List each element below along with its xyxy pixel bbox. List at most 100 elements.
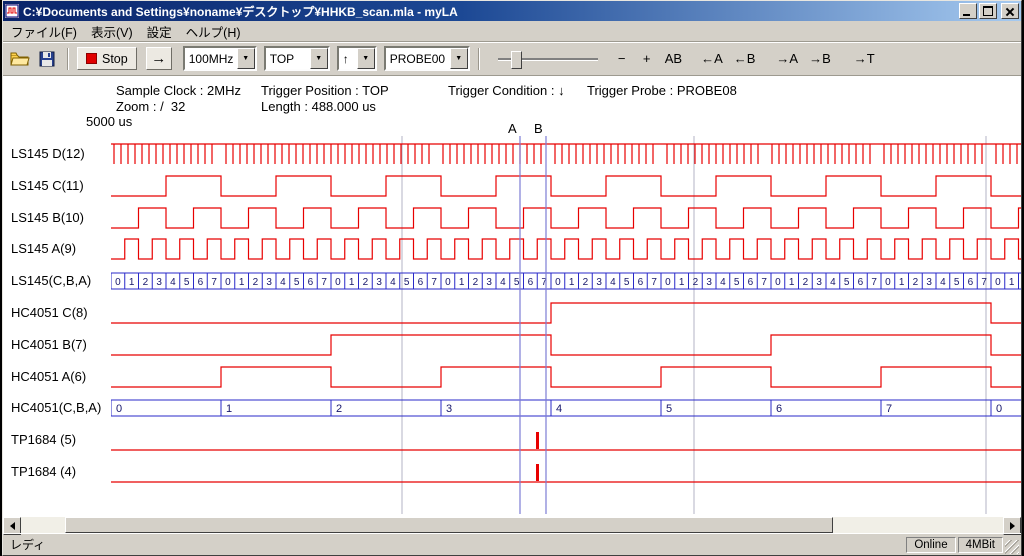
svg-text:2: 2 bbox=[143, 277, 149, 288]
svg-text:0: 0 bbox=[115, 277, 121, 288]
trigger-position-info: Trigger Position : TOP bbox=[261, 83, 389, 98]
open-file-button[interactable] bbox=[8, 47, 32, 71]
zoom-out-button[interactable]: − bbox=[611, 47, 633, 71]
trigger-position-select[interactable]: TOP ▼ bbox=[264, 46, 330, 71]
menu-view[interactable]: 表示(V) bbox=[84, 20, 140, 43]
open-folder-icon bbox=[10, 51, 30, 67]
scroll-thumb[interactable] bbox=[65, 517, 833, 533]
close-icon bbox=[1005, 7, 1015, 16]
trigger-position-select-value: TOP bbox=[266, 52, 310, 66]
sample-clock-info: Sample Clock : 2MHz bbox=[116, 83, 241, 98]
resize-grip[interactable] bbox=[1005, 540, 1019, 554]
scroll-track-right[interactable] bbox=[833, 517, 1003, 533]
svg-text:6: 6 bbox=[858, 277, 864, 288]
dropdown-arrow-glyph: ▼ bbox=[362, 55, 369, 62]
svg-text:4: 4 bbox=[500, 277, 506, 288]
svg-text:1: 1 bbox=[569, 277, 575, 288]
menu-settings[interactable]: 設定 bbox=[140, 20, 179, 43]
app-icon bbox=[5, 4, 19, 18]
svg-text:3: 3 bbox=[816, 277, 822, 288]
run-button[interactable]: → bbox=[146, 47, 172, 70]
slider-thumb[interactable] bbox=[511, 51, 522, 69]
svg-text:6: 6 bbox=[198, 277, 204, 288]
svg-text:2: 2 bbox=[693, 277, 699, 288]
svg-text:3: 3 bbox=[266, 277, 272, 288]
goto-cursor-b-left-button[interactable]: ←B bbox=[730, 47, 760, 71]
trigger-probe-select-value: PROBE00 bbox=[386, 52, 450, 66]
zoom-in-button[interactable]: + bbox=[636, 47, 658, 71]
save-button[interactable] bbox=[35, 47, 59, 71]
trigger-edge-select[interactable]: ↑ ▼ bbox=[337, 46, 377, 71]
scroll-left-icon bbox=[6, 522, 15, 530]
length-info: Length : 488.000 us bbox=[261, 99, 376, 114]
maximize-icon bbox=[983, 6, 993, 16]
svg-text:1: 1 bbox=[679, 277, 685, 288]
svg-text:4: 4 bbox=[610, 277, 616, 288]
dropdown-arrow-glyph: ▼ bbox=[315, 55, 322, 62]
dropdown-arrow-glyph: ▼ bbox=[455, 55, 462, 62]
zoom-slider[interactable] bbox=[496, 49, 600, 69]
svg-text:5: 5 bbox=[954, 277, 960, 288]
svg-text:6: 6 bbox=[638, 277, 644, 288]
goto-trigger-button[interactable]: →T bbox=[850, 47, 879, 71]
maximize-button[interactable] bbox=[979, 3, 997, 19]
dropdown-arrow-icon[interactable]: ▼ bbox=[357, 48, 375, 69]
svg-text:1: 1 bbox=[789, 277, 795, 288]
close-button[interactable] bbox=[1001, 3, 1019, 19]
menu-bar: ファイル(F) 表示(V) 設定 ヘルプ(H) bbox=[3, 21, 1021, 41]
goto-cursor-b-right-button[interactable]: →B bbox=[805, 47, 835, 71]
channel-label: LS145 A(9) bbox=[11, 241, 76, 257]
stop-button[interactable]: Stop bbox=[77, 47, 137, 70]
zoom-info: Zoom : / 32 bbox=[116, 99, 185, 114]
dropdown-arrow-icon[interactable]: ▼ bbox=[310, 48, 328, 69]
svg-text:5: 5 bbox=[404, 277, 410, 288]
status-bar: レディ Online 4MBit bbox=[3, 533, 1021, 555]
waveform-canvas[interactable]: 0123456701234567012345670123456701234567… bbox=[111, 132, 1021, 517]
svg-text:4: 4 bbox=[940, 277, 946, 288]
svg-text:1: 1 bbox=[129, 277, 135, 288]
dropdown-arrow-icon[interactable]: ▼ bbox=[237, 48, 255, 69]
channel-label: HC4051 A(6) bbox=[11, 369, 86, 385]
status-memory: 4MBit bbox=[958, 537, 1003, 553]
stop-label: Stop bbox=[102, 52, 128, 66]
waveform-pane: Sample Clock : 2MHz Trigger Position : T… bbox=[3, 75, 1021, 517]
menu-file[interactable]: ファイル(F) bbox=[4, 20, 84, 43]
toolbar-separator bbox=[478, 48, 480, 70]
dropdown-arrow-icon[interactable]: ▼ bbox=[450, 48, 468, 69]
svg-text:5: 5 bbox=[624, 277, 630, 288]
trigger-condition-info: Trigger Condition : ↓ bbox=[448, 83, 565, 98]
run-arrow-icon: → bbox=[151, 50, 166, 67]
title-bar: C:¥Documents and Settings¥noname¥デスクトップ¥… bbox=[3, 1, 1021, 21]
svg-text:7: 7 bbox=[211, 277, 217, 288]
svg-text:3: 3 bbox=[446, 403, 452, 415]
svg-text:0: 0 bbox=[335, 277, 341, 288]
channel-label: LS145 D(12) bbox=[11, 146, 85, 162]
trigger-probe-info: Trigger Probe : PROBE08 bbox=[587, 83, 737, 98]
sample-clock-select[interactable]: 100MHz ▼ bbox=[183, 46, 257, 71]
horizontal-scrollbar[interactable] bbox=[3, 517, 1021, 533]
menu-help[interactable]: ヘルプ(H) bbox=[179, 20, 248, 43]
trigger-probe-select[interactable]: PROBE00 ▼ bbox=[384, 46, 470, 71]
svg-text:6: 6 bbox=[748, 277, 754, 288]
svg-text:7: 7 bbox=[981, 277, 987, 288]
svg-text:7: 7 bbox=[886, 403, 892, 415]
scroll-track-left[interactable] bbox=[21, 517, 65, 533]
svg-text:6: 6 bbox=[418, 277, 424, 288]
goto-cursor-a-right-button[interactable]: →A bbox=[772, 47, 802, 71]
svg-text:5: 5 bbox=[734, 277, 740, 288]
channel-label: TP1684 (5) bbox=[11, 432, 76, 448]
status-online: Online bbox=[906, 537, 955, 553]
svg-text:0: 0 bbox=[665, 277, 671, 288]
cursor-label-a[interactable]: A bbox=[508, 121, 517, 136]
svg-text:1: 1 bbox=[239, 277, 245, 288]
toolbar-separator bbox=[67, 48, 69, 70]
goto-cursor-a-left-button[interactable]: ←A bbox=[697, 47, 727, 71]
minimize-button[interactable] bbox=[959, 3, 977, 19]
svg-text:6: 6 bbox=[308, 277, 314, 288]
ab-button[interactable]: AB bbox=[661, 47, 686, 71]
minimize-icon bbox=[963, 14, 970, 16]
dropdown-arrow-glyph: ▼ bbox=[242, 55, 249, 62]
cursor-label-b[interactable]: B bbox=[534, 121, 543, 136]
toolbar: Stop → 100MHz ▼ TOP ▼ ↑ ▼ PROBE00 ▼ − + … bbox=[3, 41, 1021, 75]
svg-text:6: 6 bbox=[776, 403, 782, 415]
